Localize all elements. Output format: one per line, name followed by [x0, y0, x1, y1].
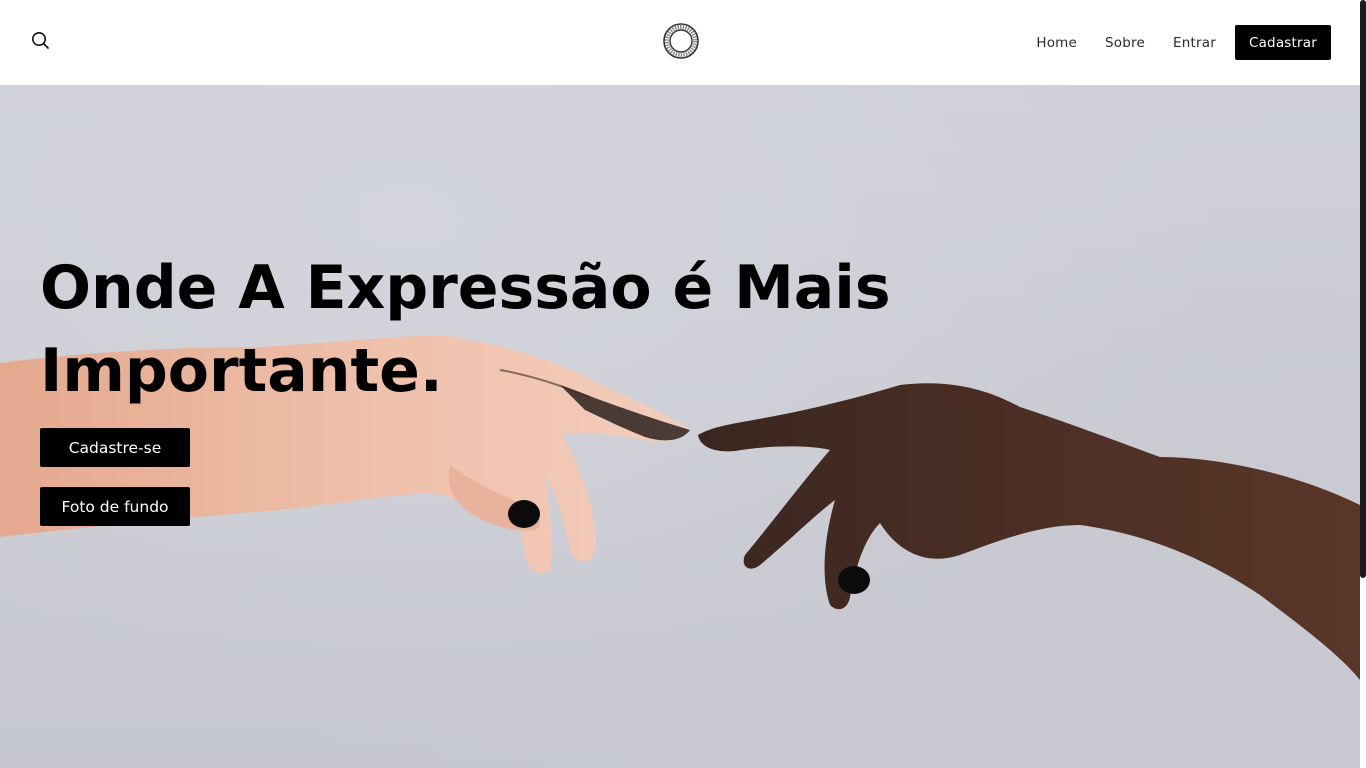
main-nav: Home Sobre Entrar Cadastrar	[1036, 25, 1331, 60]
hero-title-line-1: Onde A Expressão é Mais	[40, 253, 891, 323]
page-scrollbar[interactable]	[1360, 0, 1366, 768]
scrollbar-thumb[interactable]	[1360, 0, 1366, 578]
right-hand-shape	[698, 383, 1360, 680]
background-photo-button[interactable]: Foto de fundo	[40, 487, 190, 526]
page: Home Sobre Entrar Cadastrar Onde A Expre…	[0, 0, 1366, 768]
search-icon[interactable]	[28, 28, 52, 52]
nav-home-link[interactable]: Home	[1036, 35, 1077, 51]
hero-background-photo	[0, 335, 1360, 680]
signup-button[interactable]: Cadastre-se	[40, 428, 190, 467]
top-header: Home Sobre Entrar Cadastrar	[0, 0, 1360, 85]
hero-title: Onde A Expressão é Mais Importante.	[40, 247, 980, 413]
register-button[interactable]: Cadastrar	[1234, 25, 1331, 60]
ring-logo-icon[interactable]	[662, 22, 700, 60]
nav-login-link[interactable]: Entrar	[1173, 35, 1216, 51]
hero-title-line-2: Importante.	[40, 336, 443, 406]
nav-about-link[interactable]: Sobre	[1105, 35, 1145, 51]
hero-section: Onde A Expressão é Mais Importante. Cada…	[0, 85, 1360, 768]
